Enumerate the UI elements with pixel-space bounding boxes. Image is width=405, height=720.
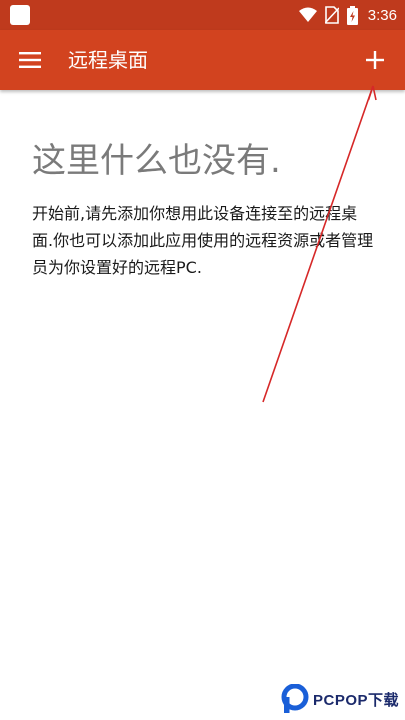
no-sim-icon (324, 6, 339, 24)
menu-button[interactable] (14, 44, 46, 76)
status-indicators: 3:36 (298, 0, 397, 30)
app-notification-icon (10, 5, 30, 25)
watermark-text: PCPOP下载 (313, 691, 400, 709)
hamburger-menu-icon (19, 52, 41, 68)
watermark: PCPOP下载 (275, 678, 405, 720)
status-bar: 3:36 (0, 0, 405, 30)
add-button[interactable] (359, 44, 391, 76)
empty-state-description: 开始前,请先添加你想用此设备连接至的远程桌面.你也可以添加此应用使用的远程资源或… (32, 204, 374, 277)
battery-icon (346, 5, 358, 25)
plus-icon (366, 51, 384, 69)
wifi-icon (298, 7, 317, 22)
empty-state-heading: 这里什么也没有. (32, 141, 281, 181)
app-title: 远程桌面 (68, 48, 148, 72)
annotation-arrow (262, 85, 377, 403)
pcpop-logo-icon (281, 684, 309, 713)
app-bar: 远程桌面 (0, 30, 405, 90)
status-time: 3:36 (367, 6, 397, 24)
app-screen: 3:36 远程桌面 这里什么也没有. 开始前,请先添加你想用此设备连接至的远程桌… (0, 0, 405, 720)
